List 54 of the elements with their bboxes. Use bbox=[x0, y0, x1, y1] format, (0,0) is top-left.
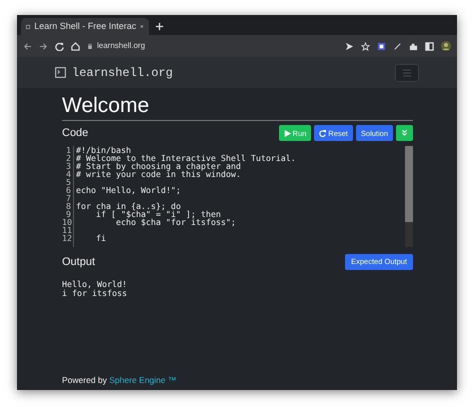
back-icon[interactable] bbox=[23, 42, 32, 50]
line-number: 5 bbox=[65, 178, 71, 186]
terminal-icon bbox=[55, 67, 66, 78]
scrollbar-thumb[interactable] bbox=[405, 146, 413, 222]
line-number: 3 bbox=[65, 162, 71, 170]
output-line: Hello, World! bbox=[62, 280, 128, 290]
sphere-engine-link[interactable]: Sphere Engine ™ bbox=[109, 375, 176, 386]
star-icon[interactable] bbox=[361, 42, 370, 50]
code-line: echo "Hello, World!"; bbox=[76, 186, 182, 194]
reload-icon[interactable] bbox=[55, 42, 64, 50]
page-heading: Welcome bbox=[62, 93, 413, 122]
code-line: # Start by choosing a chapter and bbox=[76, 162, 241, 170]
code-line: # Welcome to the Interactive Shell Tutorial. bbox=[76, 154, 297, 162]
code-line: #!/bin/bash bbox=[76, 146, 132, 154]
line-number: 4 bbox=[65, 170, 71, 178]
line-number: 2 bbox=[65, 154, 71, 162]
chevrons-down-icon bbox=[401, 129, 408, 138]
refresh-icon bbox=[319, 130, 326, 137]
line-number: 1 bbox=[65, 146, 71, 154]
code-line: fi bbox=[94, 234, 107, 242]
avatar-icon[interactable] bbox=[441, 41, 451, 51]
output-line: i for itsfoss bbox=[62, 289, 128, 298]
line-number: 7 bbox=[65, 194, 71, 202]
extension-icon[interactable] bbox=[377, 42, 386, 50]
line-number: 12 bbox=[62, 234, 71, 242]
page-icon bbox=[26, 22, 30, 30]
send-icon[interactable] bbox=[345, 42, 354, 50]
line-number: 11 bbox=[62, 226, 71, 234]
line-number: 10 bbox=[62, 218, 71, 226]
expand-button[interactable] bbox=[396, 125, 413, 142]
line-number: 9 bbox=[66, 210, 71, 218]
section-title: Code bbox=[62, 126, 88, 142]
line-number: 6 bbox=[65, 186, 71, 194]
section-title: Output bbox=[62, 254, 96, 270]
code-line: echo $cha "for itsfoss"; bbox=[115, 218, 237, 226]
line-number: 8 bbox=[65, 202, 71, 210]
lock-icon bbox=[87, 43, 93, 49]
sidebar-icon[interactable] bbox=[425, 42, 434, 50]
home-icon[interactable] bbox=[71, 42, 80, 50]
code-line: for cha in {a..s}; do bbox=[76, 202, 182, 210]
scrollbar[interactable] bbox=[405, 146, 413, 247]
menu-icon bbox=[401, 68, 413, 78]
code-line: if [ "$cha" = "i" ]; then bbox=[94, 210, 221, 218]
browser-tab[interactable]: Learn Shell - Free Interac bbox=[21, 18, 149, 35]
url-text[interactable]: learnshell.org bbox=[97, 40, 146, 52]
play-icon bbox=[284, 130, 291, 137]
pen-icon[interactable] bbox=[393, 42, 402, 50]
new-tab-icon[interactable] bbox=[155, 22, 164, 31]
forward-icon[interactable] bbox=[39, 42, 48, 50]
menu-toggle-button[interactable] bbox=[395, 64, 419, 82]
footer-text: Powered by bbox=[62, 375, 107, 386]
code-line: # write your code in this window. bbox=[76, 170, 242, 178]
brand-name[interactable]: learnshell.org bbox=[72, 64, 173, 82]
close-icon[interactable] bbox=[140, 23, 144, 30]
